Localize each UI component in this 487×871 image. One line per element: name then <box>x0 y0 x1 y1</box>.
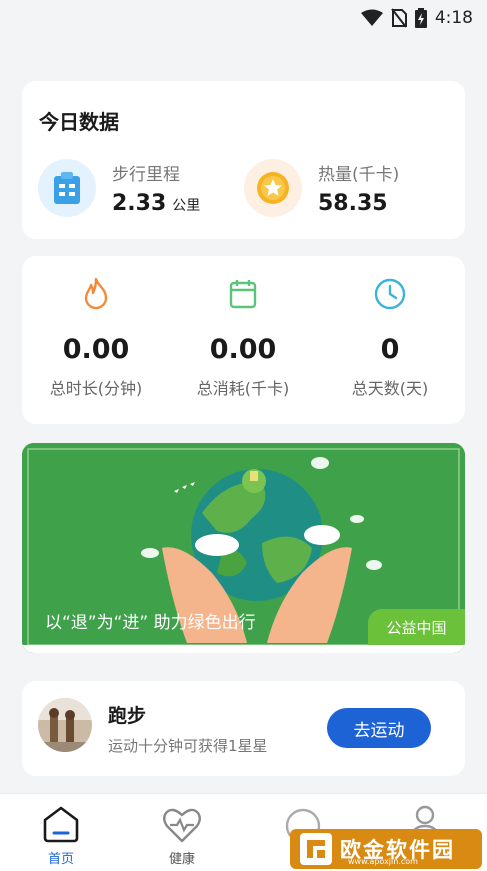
total-days-stat: 0 总天数(天) <box>316 276 464 399</box>
clipboard-icon <box>38 159 96 217</box>
activity-card: 跑步 运动十分钟可获得1星星 去运动 <box>22 681 465 776</box>
activity-description: 运动十分钟可获得1星星 <box>108 737 268 755</box>
tab-health-label: 健康 <box>168 852 195 867</box>
total-consumption-stat: 0.00 总消耗(千卡) <box>169 276 317 399</box>
distance-label: 步行里程 <box>112 165 180 185</box>
tab-home[interactable]: 首页 <box>21 800 101 867</box>
banner-caption: 以“退”为“进” 助力绿色出行 <box>45 613 256 633</box>
total-consumption-label: 总消耗(千卡) <box>196 379 290 398</box>
today-title: 今日数据 <box>39 110 119 134</box>
total-duration-value: 0.00 <box>62 334 130 365</box>
banner-tag: 公益中国 <box>368 609 465 645</box>
no-sim-icon <box>391 8 407 28</box>
watermark-url: www.apoxjin.com <box>348 857 418 866</box>
home-icon <box>21 800 101 844</box>
promo-banner[interactable]: 以“退”为“进” 助力绿色出行 公益中国 <box>22 443 465 653</box>
distance-metric: 步行里程 2.33 公里 <box>38 159 200 217</box>
battery-charging-icon <box>414 8 427 28</box>
totals-card: 0.00 总时长(分钟) 0.00 总消耗(千卡) 0 总天数(天) <box>22 256 465 424</box>
today-data-card: 今日数据 步行里程 2.33 公里 热量(千卡) 58.35 <box>22 81 465 239</box>
tab-health[interactable]: 健康 <box>142 800 222 867</box>
banner-footer-strip <box>22 645 465 653</box>
total-days-value: 0 <box>380 334 400 365</box>
start-exercise-button[interactable]: 去运动 <box>327 708 431 748</box>
tab-home-label: 首页 <box>47 852 74 867</box>
activity-title: 跑步 <box>108 705 147 727</box>
total-days-label: 总天数(天) <box>351 379 429 398</box>
running-avatar <box>38 698 92 752</box>
wifi-icon <box>360 9 383 27</box>
heart-icon <box>142 800 222 844</box>
calories-metric: 热量(千卡) 58.35 <box>244 159 399 217</box>
status-time: 4:18 <box>434 8 473 28</box>
status-bar: 4:18 <box>0 0 487 36</box>
total-consumption-value: 0.00 <box>209 334 277 365</box>
watermark-logo: 欧金软件园 www.apoxjin.com <box>290 829 482 869</box>
distance-unit: 公里 <box>172 198 201 214</box>
watermark-mark-icon <box>300 833 332 865</box>
total-duration-stat: 0.00 总时长(分钟) <box>22 276 170 399</box>
total-duration-label: 总时长(分钟) <box>49 379 143 398</box>
calories-value: 58.35 <box>318 191 388 216</box>
calories-label: 热量(千卡) <box>318 165 400 185</box>
flame-icon <box>22 276 170 312</box>
clock-icon <box>316 276 464 312</box>
star-coin-icon <box>244 159 302 217</box>
calendar-icon <box>169 276 317 312</box>
distance-value: 2.33 <box>112 191 167 216</box>
